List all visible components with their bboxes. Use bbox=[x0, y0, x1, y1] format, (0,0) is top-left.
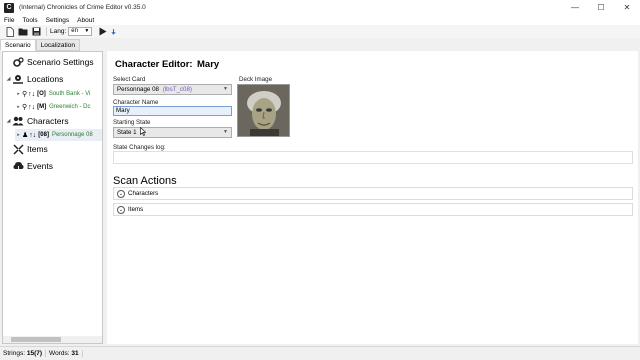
starting-state-label: Starting State bbox=[113, 119, 151, 126]
app-logo-icon: C bbox=[4, 2, 14, 13]
scenario-tree: Scenario Settings ◢ Locations ▸ ⚲ ↑ ↓ [O… bbox=[2, 51, 103, 344]
strings-label: Strings: bbox=[3, 350, 26, 357]
menu-tools[interactable]: Tools bbox=[18, 17, 41, 24]
collapsed-triangle-icon: ▸ bbox=[17, 91, 20, 97]
editor-window: C (Internal) Chronicles of Crime Editor … bbox=[0, 0, 640, 360]
tree-label-scenario-settings: Scenario Settings bbox=[27, 57, 94, 67]
words-label: Words: bbox=[49, 350, 70, 357]
select-card-dropdown[interactable]: Personnage 08 (lbsT_c08) ▼ bbox=[113, 84, 232, 95]
character-portrait-image bbox=[238, 85, 289, 136]
deck-image[interactable] bbox=[237, 84, 290, 137]
characters-icon bbox=[12, 116, 24, 126]
tree-item-characters[interactable]: ◢ Characters bbox=[5, 115, 69, 127]
location-pin-icon: ⚲ bbox=[22, 104, 28, 111]
location-code: [O] bbox=[37, 91, 46, 97]
move-down-icon[interactable]: ↓ bbox=[32, 91, 36, 98]
scan-section-label: Characters bbox=[128, 190, 159, 197]
tree-label-locations: Locations bbox=[27, 74, 64, 84]
open-folder-icon[interactable] bbox=[18, 27, 28, 37]
tree-label-events: Events bbox=[27, 161, 53, 171]
select-card-label: Select Card bbox=[113, 76, 146, 83]
lang-label: Lang: bbox=[50, 28, 67, 35]
character-name: Personnage 08 bbox=[51, 132, 93, 138]
deck-image-label: Deck Image bbox=[239, 76, 273, 83]
tree-item-location-1[interactable]: ▸ ⚲ ↑ ↓ [M] Greenwich - Dc bbox=[15, 101, 90, 113]
toolbar-separator bbox=[46, 27, 47, 36]
chevron-down-icon[interactable]: ⌄ bbox=[117, 205, 125, 214]
state-changes-label: State Changes log: bbox=[113, 144, 166, 151]
maximize-icon[interactable]: ☐ bbox=[588, 0, 614, 15]
chevron-down-icon: ▼ bbox=[84, 28, 90, 34]
scan-actions-title: Scan Actions bbox=[113, 175, 177, 187]
window-title: (Internal) Chronicles of Crime Editor v0… bbox=[19, 4, 146, 11]
character-editor-panel: Character Editor: Mary Select Card Perso… bbox=[107, 51, 638, 344]
horizontal-scrollbar[interactable] bbox=[3, 336, 102, 343]
menu-about[interactable]: About bbox=[73, 17, 98, 24]
state-changes-log bbox=[113, 151, 633, 164]
location-name: Greenwich - Dc bbox=[49, 104, 91, 110]
new-file-icon[interactable] bbox=[5, 26, 15, 37]
locations-icon bbox=[13, 74, 23, 84]
title-bar: C (Internal) Chronicles of Crime Editor … bbox=[0, 0, 640, 15]
character-name-label: Character Name bbox=[113, 99, 159, 106]
toolbar: Lang: en ▼ bbox=[0, 25, 640, 38]
character-name-input[interactable]: Mary bbox=[113, 106, 232, 116]
scan-section-label: Items bbox=[128, 206, 144, 213]
minimize-icon[interactable]: — bbox=[562, 0, 588, 15]
starting-state-value: State 1 bbox=[117, 129, 137, 136]
lang-select[interactable]: en ▼ bbox=[68, 27, 93, 36]
main-tabs: Scenario Localization bbox=[0, 39, 80, 51]
play-icon[interactable] bbox=[98, 27, 108, 37]
window-controls: — ☐ ✕ bbox=[562, 0, 640, 15]
tree-item-locations[interactable]: ◢ Locations bbox=[5, 73, 64, 85]
move-down-icon[interactable]: ↓ bbox=[32, 104, 36, 111]
character-code: [08] bbox=[38, 132, 49, 138]
collapsed-triangle-icon: ▸ bbox=[17, 132, 20, 138]
editor-title: Character Editor: bbox=[115, 59, 193, 70]
mouse-cursor-icon bbox=[140, 127, 146, 136]
tree-item-events[interactable]: Events bbox=[13, 160, 53, 172]
strings-value: 15(7) bbox=[26, 350, 43, 357]
menu-file[interactable]: File bbox=[0, 17, 18, 24]
select-card-suffix: (lbsT_c08) bbox=[162, 86, 192, 93]
tree-item-scenario-settings[interactable]: Scenario Settings bbox=[13, 56, 94, 68]
gears-icon bbox=[13, 56, 24, 67]
select-card-value: Personnage 08 bbox=[117, 86, 159, 93]
tree-item-character-0[interactable]: ▸ ♟ ↑ ↓ [08] Personnage 08 bbox=[15, 129, 102, 141]
scan-section-items[interactable]: ⌄ Items bbox=[113, 203, 633, 216]
strings-count: Strings: 15(7) bbox=[0, 350, 47, 357]
location-pin-icon: ⚲ bbox=[22, 91, 28, 98]
save-icon[interactable] bbox=[31, 27, 41, 37]
person-icon: ♟ bbox=[22, 132, 29, 139]
words-count: Words: 31 bbox=[46, 350, 83, 357]
chevron-down-icon: ▼ bbox=[223, 129, 228, 135]
events-icon bbox=[13, 161, 24, 172]
tree-item-items[interactable]: Items bbox=[13, 143, 48, 155]
close-icon[interactable]: ✕ bbox=[614, 0, 640, 15]
tab-localization[interactable]: Localization bbox=[35, 39, 80, 51]
status-bar: Strings: 15(7) Words: 31 bbox=[0, 346, 640, 360]
chevron-down-icon[interactable]: ⌄ bbox=[117, 189, 125, 198]
tree-item-location-0[interactable]: ▸ ⚲ ↑ ↓ [O] South Bank - Vi bbox=[15, 88, 90, 100]
location-code: [M] bbox=[37, 104, 47, 110]
expand-triangle-icon: ◢ bbox=[6, 118, 11, 124]
tree-label-characters: Characters bbox=[27, 116, 69, 126]
scrollbar-thumb[interactable] bbox=[11, 337, 61, 342]
items-icon bbox=[13, 143, 24, 155]
lang-select-value: en bbox=[71, 28, 78, 34]
scan-section-characters[interactable]: ⌄ Characters bbox=[113, 187, 633, 200]
chevron-down-icon: ▼ bbox=[223, 86, 228, 92]
starting-state-dropdown[interactable]: State 1 ▼ bbox=[113, 127, 232, 138]
move-down-icon[interactable]: ↓ bbox=[33, 132, 37, 139]
editor-character-name: Mary bbox=[197, 59, 220, 70]
tab-scenario[interactable]: Scenario bbox=[0, 39, 36, 51]
tree-label-items: Items bbox=[27, 144, 48, 154]
expand-triangle-icon: ◢ bbox=[6, 76, 11, 82]
location-name: South Bank - Vi bbox=[48, 91, 91, 97]
download-arrow-icon[interactable] bbox=[110, 27, 116, 37]
menu-settings[interactable]: Settings bbox=[42, 17, 74, 24]
menu-bar: File Tools Settings About bbox=[0, 15, 640, 25]
collapsed-triangle-icon: ▸ bbox=[17, 104, 20, 110]
words-value: 31 bbox=[71, 350, 79, 357]
